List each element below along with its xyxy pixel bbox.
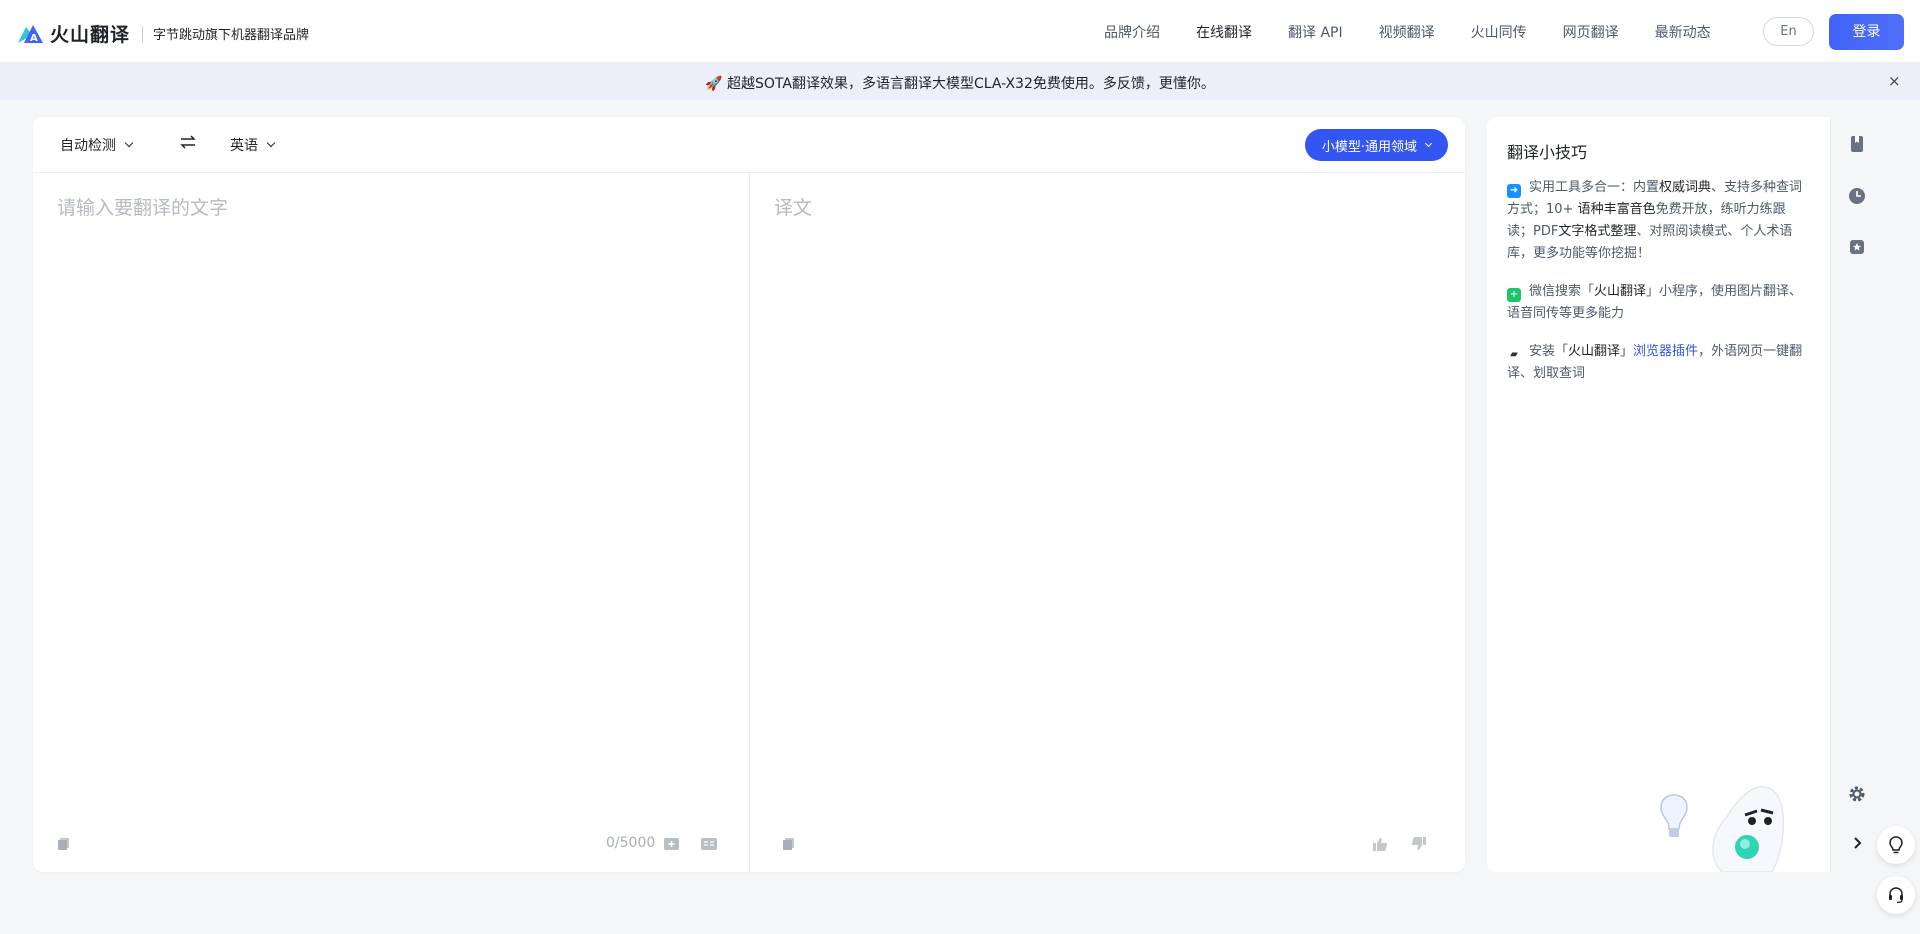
arrow-right-icon: ➜ [1507,184,1521,198]
login-button[interactable]: 登录 [1829,14,1904,50]
bookmark-book-icon[interactable] [1847,134,1867,154]
settings-gear-icon[interactable] [1847,784,1867,804]
model-label: 小模型·通用领域 [1321,139,1418,155]
logo-divider [142,25,144,42]
banner-text: 🚀 超越SOTA翻译效果，多语言翻译大模型CLA-X32免费使用。多反馈，更懂你… [705,76,1215,92]
tips-title: 翻译小技巧 [1507,143,1588,162]
nav-web-translate[interactable]: 网页翻译 [1563,22,1619,42]
source-language-label: 自动检测 [60,138,116,154]
copy-translation-icon[interactable] [782,836,796,850]
tip-item-wechat: + 微信搜索「火山翻译」小程序，使用图片翻译、语音同传等更多能力 [1507,284,1803,321]
nav-translate-api[interactable]: 翻译 API [1288,22,1343,42]
character-counter: 0/5000 [606,835,656,851]
swap-languages-icon[interactable] [179,134,201,154]
history-clock-icon[interactable] [1847,186,1867,206]
nav-news[interactable]: 最新动态 [1655,22,1711,42]
glossary-icon[interactable] [664,836,679,850]
translation-output: 译文 [774,197,813,219]
tip-item-extension: ▰ 安装「火山翻译」浏览器插件，外语网页一键翻译、划取查词 [1507,344,1803,381]
favorites-star-icon[interactable] [1847,237,1867,257]
puzzle-icon: ▰ [1507,348,1521,362]
brand-tagline: 字节跳动旗下机器翻译品牌 [153,28,310,43]
source-language-select[interactable]: 自动检测 [60,135,134,155]
brand-logo[interactable]: A 火山翻译 字节跳动旗下机器翻译品牌 [16,20,309,47]
volcano-logo-icon: A [16,23,45,45]
tips-lightbulb-button[interactable] [1877,826,1915,864]
document-translate-icon[interactable] [701,836,717,850]
tip-item-tools: ➜ 实用工具多合一：内置权威词典、支持多种查词方式；10+ 语种丰富音色免费开放，… [1507,180,1803,261]
banner-close-icon[interactable]: × [1888,72,1901,90]
browser-extension-link[interactable]: 浏览器插件 [1633,344,1698,359]
customer-service-button[interactable] [1877,876,1915,914]
announcement-banner: 🚀 超越SOTA翻译效果，多语言翻译大模型CLA-X32免费使用。多反馈，更懂你… [0,63,1920,100]
lightbulb-icon [1889,836,1903,854]
nav-brand-intro[interactable]: 品牌介绍 [1104,22,1160,42]
target-language-select[interactable]: 英语 [230,135,276,155]
nav-simultaneous[interactable]: 火山同传 [1471,22,1527,42]
language-toggle-button[interactable]: En [1763,17,1814,46]
thumbs-down-icon[interactable] [1411,836,1426,850]
svg-text:A: A [30,33,38,44]
source-text-input[interactable] [57,193,727,753]
top-header: A 火山翻译 字节跳动旗下机器翻译品牌 品牌介绍 在线翻译 翻译 API 视频翻… [0,0,1920,63]
target-language-label: 英语 [230,138,258,154]
pane-divider [749,173,750,872]
side-rail [1830,117,1883,872]
translate-panel: 自动检测 英语 小模型·通用领域 译文 0/5000 [33,117,1465,872]
headset-icon [1889,887,1903,904]
language-toolbar: 自动检测 英语 小模型·通用领域 [33,117,1465,173]
chevron-down-icon [266,138,276,148]
chevron-down-icon [1425,139,1433,147]
mascot-illustration [1657,777,1817,873]
plus-icon: + [1507,288,1521,302]
tips-panel: 翻译小技巧 ➜ 实用工具多合一：内置权威词典、支持多种查词方式；10+ 语种丰富音… [1487,117,1830,873]
brand-name: 火山翻译 [50,24,131,46]
collapse-chevron-right-icon[interactable] [1847,833,1867,853]
copy-source-icon[interactable] [57,836,71,850]
nav-video-translate[interactable]: 视频翻译 [1379,22,1435,42]
model-select-button[interactable]: 小模型·通用领域 [1305,129,1448,161]
nav-online-translate[interactable]: 在线翻译 [1196,22,1252,42]
main-nav: 品牌介绍 在线翻译 翻译 API 视频翻译 火山同传 网页翻译 最新动态 [1104,0,1747,63]
chevron-down-icon [124,138,134,148]
thumbs-up-icon[interactable] [1373,836,1388,851]
